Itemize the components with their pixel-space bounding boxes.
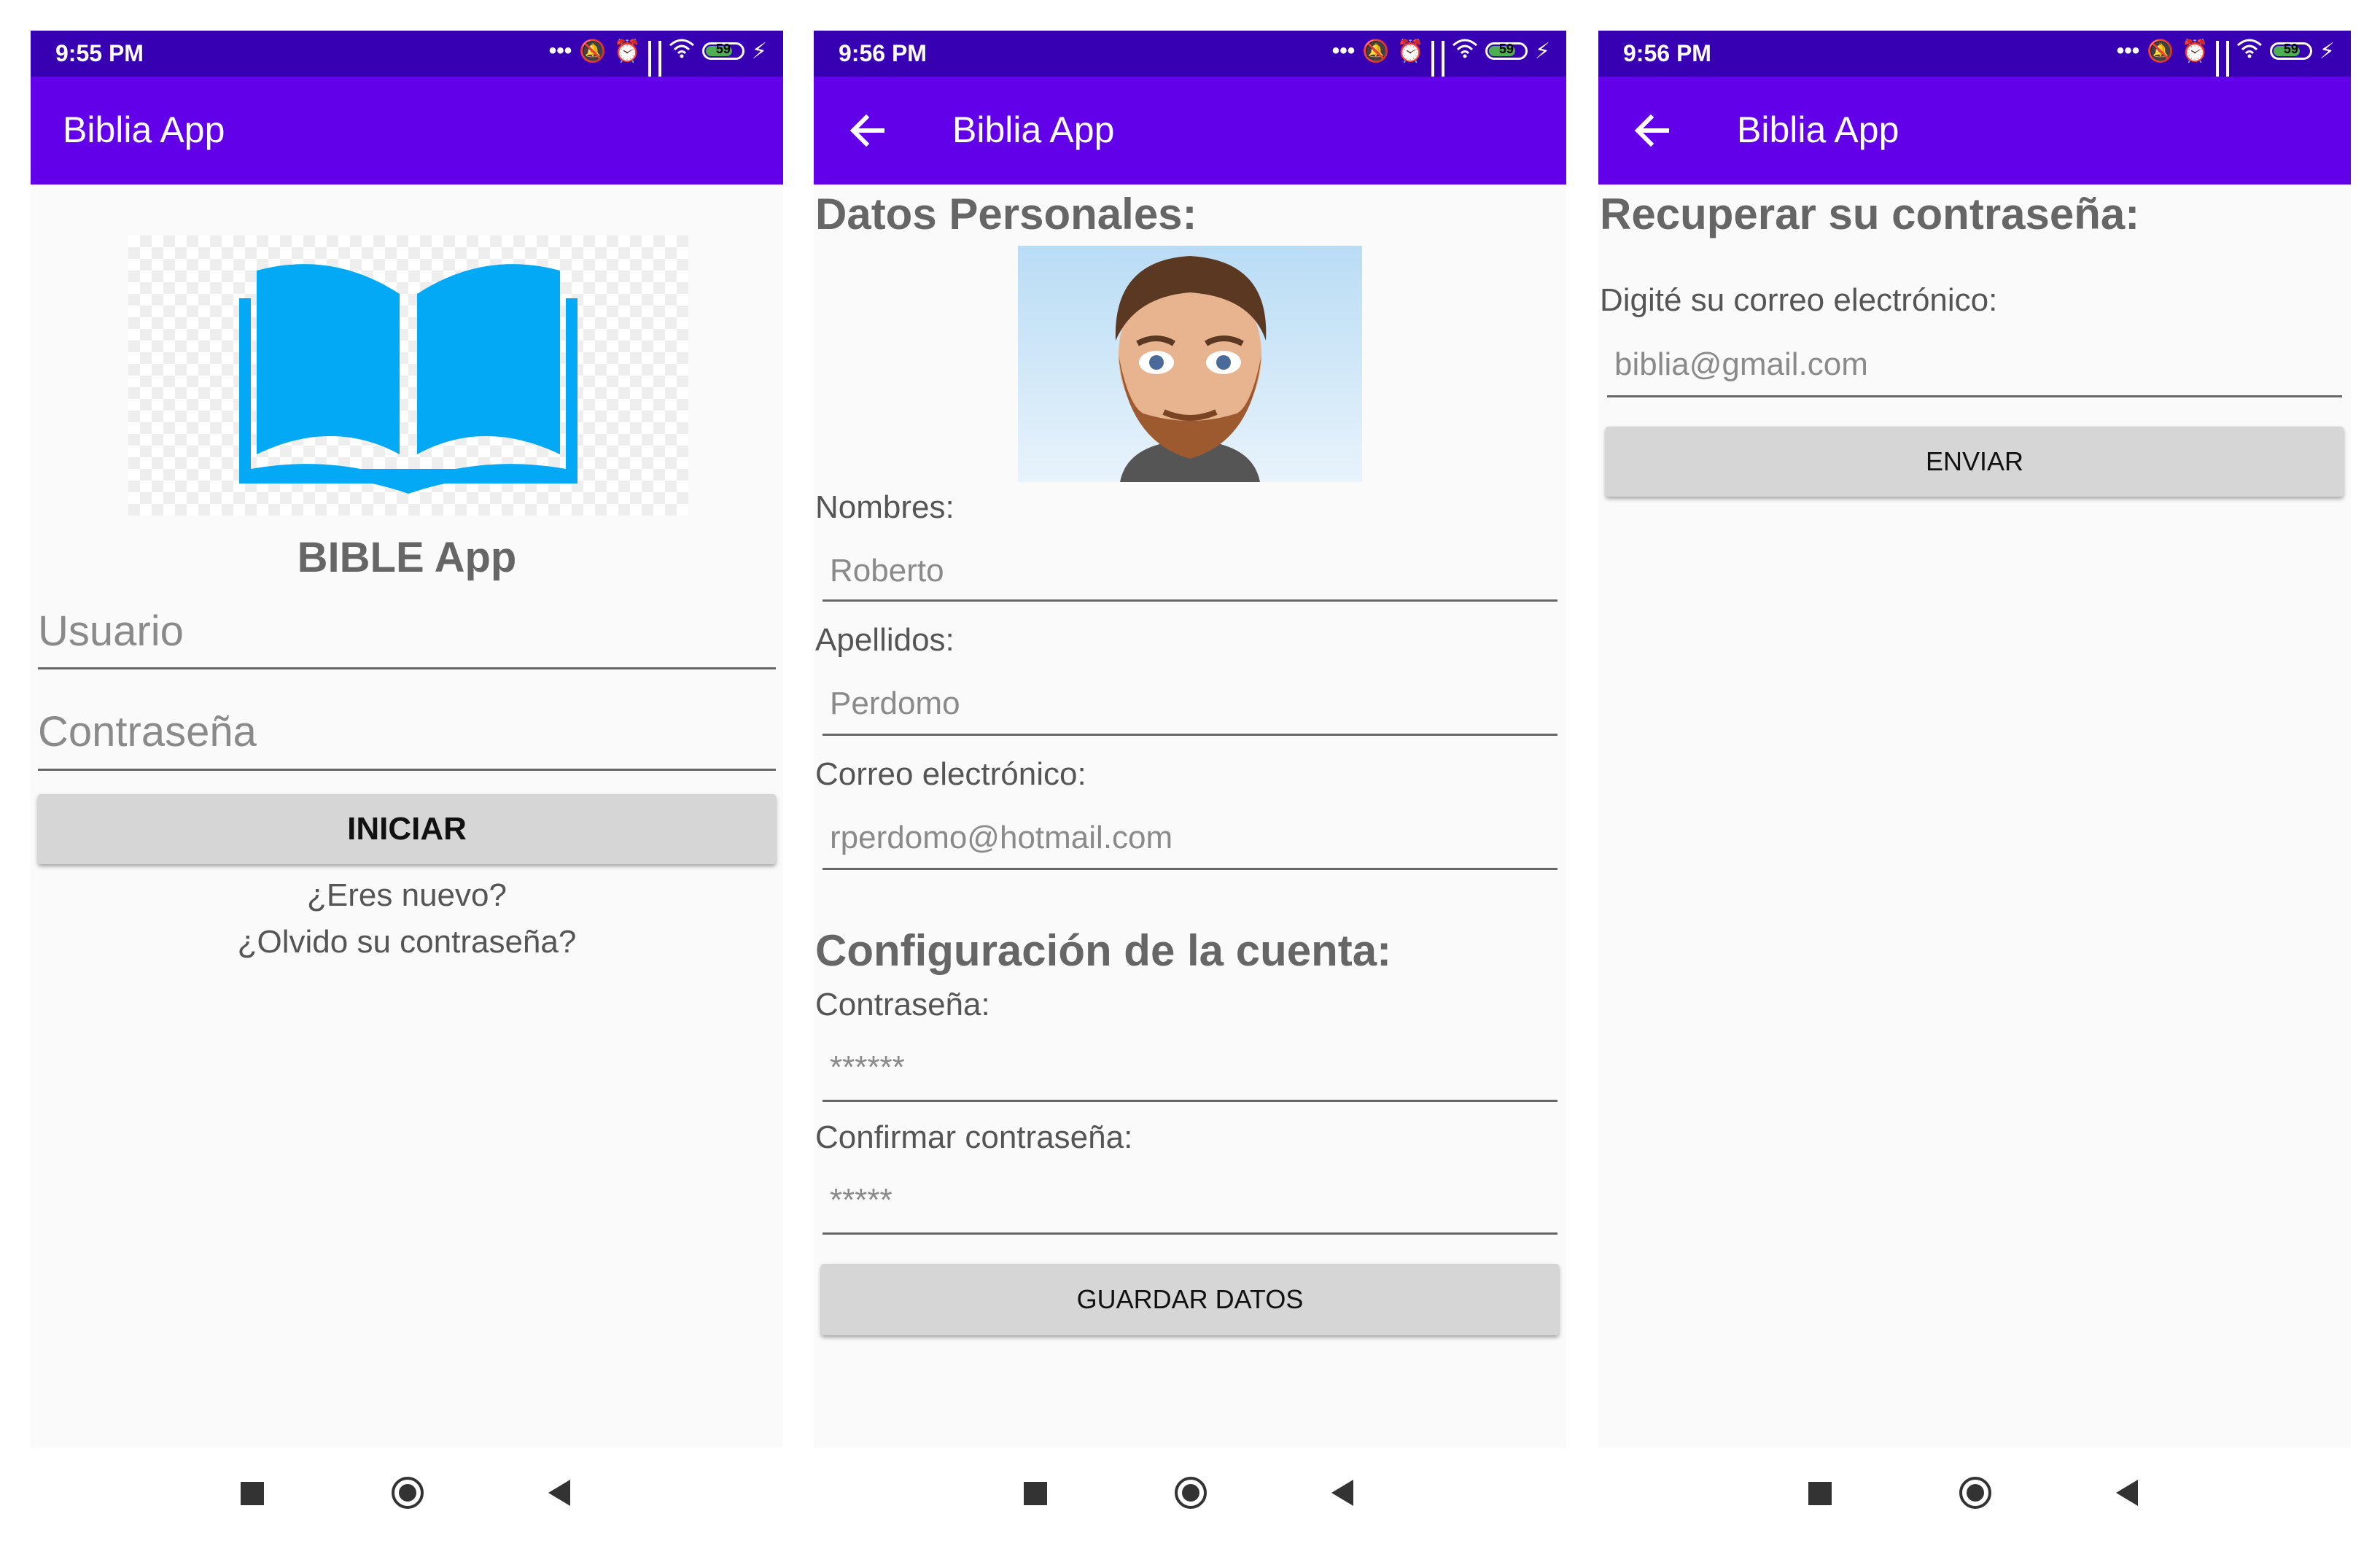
email-input[interactable]: rperdomo@hotmail.com — [822, 816, 1558, 870]
new-user-link[interactable]: ¿Eres nuevo? — [31, 877, 783, 914]
status-time: 9:56 PM — [839, 40, 927, 66]
recover-title: Recuperar su contraseña: — [1600, 190, 2140, 238]
password-input[interactable]: ****** — [822, 1042, 1558, 1102]
battery-icon: 59 — [701, 42, 744, 60]
profile-screen: 9:56 PM ••• 🔕 ⏰ 59 ⚡ Biblia App Datos Pe… — [814, 31, 1566, 1546]
app-bar: Biblia App — [1598, 77, 2351, 185]
signal-icon — [1441, 41, 1444, 90]
status-icons: ••• 🔕 ⏰ 59 ⚡ — [2116, 38, 2335, 90]
mute-icon: 🔕 — [2147, 39, 2174, 63]
status-bar: 9:56 PM ••• 🔕 ⏰ 59 ⚡ — [814, 31, 1566, 90]
recents-icon[interactable] — [1024, 1482, 1047, 1505]
app-name: BIBLE App — [297, 534, 517, 581]
charging-icon: ⚡ — [751, 39, 767, 63]
alarm-icon: ⏰ — [613, 39, 641, 63]
app-bar: Biblia App — [814, 77, 1566, 185]
email-input[interactable]: biblia@gmail.com — [1607, 342, 2342, 397]
status-bar: 9:56 PM ••• 🔕 ⏰ 59 ⚡ — [1598, 31, 2351, 90]
login-screen: 9:55 PM ••• 🔕 ⏰ 59 ⚡ Biblia App BIBLE Ap… — [31, 31, 783, 1546]
home-icon[interactable] — [392, 1477, 424, 1509]
app-bar-title: Biblia App — [952, 109, 1115, 150]
logo-image — [128, 236, 688, 516]
status-bar: 9:55 PM ••• 🔕 ⏰ 59 ⚡ — [31, 31, 783, 90]
mute-icon: 🔕 — [579, 39, 607, 63]
wifi-icon — [2236, 38, 2263, 64]
app-bar: Biblia App — [31, 77, 783, 185]
charging-icon: ⚡ — [1534, 39, 1550, 63]
forgot-password-link[interactable]: ¿Olvido su contraseña? — [31, 924, 783, 960]
login-button[interactable]: INICIAR — [38, 794, 776, 864]
recover-content: Recuperar su contraseña: Digité su corre… — [1598, 185, 2351, 1448]
back-nav-icon[interactable] — [548, 1480, 570, 1506]
status-icons: ••• 🔕 ⏰ 59 ⚡ — [548, 38, 767, 90]
alarm-icon: ⏰ — [2181, 39, 2209, 63]
book-icon — [239, 264, 578, 494]
battery-icon: 59 — [2269, 42, 2312, 60]
navigation-bar — [31, 1448, 783, 1546]
signal-icon — [658, 41, 661, 90]
recents-icon[interactable] — [241, 1482, 264, 1505]
navigation-bar — [814, 1448, 1566, 1546]
password-input[interactable]: Contraseña — [38, 704, 776, 771]
back-arrow-icon[interactable] — [1630, 109, 1674, 152]
confirm-password-input[interactable]: ***** — [822, 1175, 1558, 1235]
mute-icon: 🔕 — [1362, 39, 1390, 63]
back-arrow-icon[interactable] — [846, 109, 890, 152]
back-nav-icon[interactable] — [1331, 1480, 1353, 1506]
battery-icon: 59 — [1485, 42, 1528, 60]
alarm-icon: ⏰ — [1396, 39, 1424, 63]
login-content: BIBLE App Usuario Contraseña INICIAR ¿Er… — [31, 185, 783, 1448]
navigation-bar — [1598, 1448, 2351, 1546]
signal-icon — [2225, 41, 2229, 90]
more-icon: ••• — [1331, 39, 1356, 63]
first-name-input[interactable]: Roberto — [822, 549, 1558, 602]
send-button[interactable]: ENVIAR — [1606, 427, 2344, 497]
confirm-password-label: Confirmar contraseña: — [815, 1119, 1133, 1155]
personal-data-title: Datos Personales: — [815, 190, 1197, 238]
signal-icon — [648, 41, 651, 90]
recover-screen: 9:56 PM ••• 🔕 ⏰ 59 ⚡ Biblia App Recupera… — [1598, 31, 2351, 1546]
signal-icon — [2215, 41, 2219, 90]
status-time: 9:56 PM — [1623, 40, 1711, 66]
password-label: Contraseña: — [815, 987, 990, 1022]
more-icon: ••• — [548, 39, 572, 63]
last-name-input[interactable]: Perdomo — [822, 682, 1558, 736]
back-nav-icon[interactable] — [2116, 1480, 2138, 1506]
email-label: Correo electrónico: — [815, 756, 1086, 792]
recents-icon[interactable] — [1808, 1482, 1832, 1505]
more-icon: ••• — [2116, 39, 2140, 63]
home-icon[interactable] — [1175, 1477, 1207, 1509]
last-name-label: Apellidos: — [815, 622, 954, 658]
status-time: 9:55 PM — [55, 40, 144, 66]
email-instruction: Digité su correo electrónico: — [1600, 282, 1998, 318]
avatar-face-icon — [1115, 256, 1267, 482]
app-bar-title: Biblia App — [1737, 109, 1899, 150]
avatar[interactable] — [1018, 246, 1362, 482]
username-input[interactable]: Usuario — [38, 604, 776, 669]
signal-icon — [1431, 41, 1434, 90]
first-name-label: Nombres: — [815, 489, 954, 525]
account-settings-title: Configuración de la cuenta: — [815, 926, 1392, 975]
save-button[interactable]: GUARDAR DATOS — [821, 1264, 1559, 1335]
wifi-icon — [1452, 38, 1478, 64]
profile-content: Datos Personales: Nombres: Roberto Apell… — [814, 185, 1566, 1448]
home-icon[interactable] — [1959, 1477, 1991, 1509]
app-bar-title: Biblia App — [63, 109, 225, 150]
status-icons: ••• 🔕 ⏰ 59 ⚡ — [1331, 38, 1550, 90]
wifi-icon — [669, 38, 695, 64]
charging-icon: ⚡ — [2319, 39, 2335, 63]
